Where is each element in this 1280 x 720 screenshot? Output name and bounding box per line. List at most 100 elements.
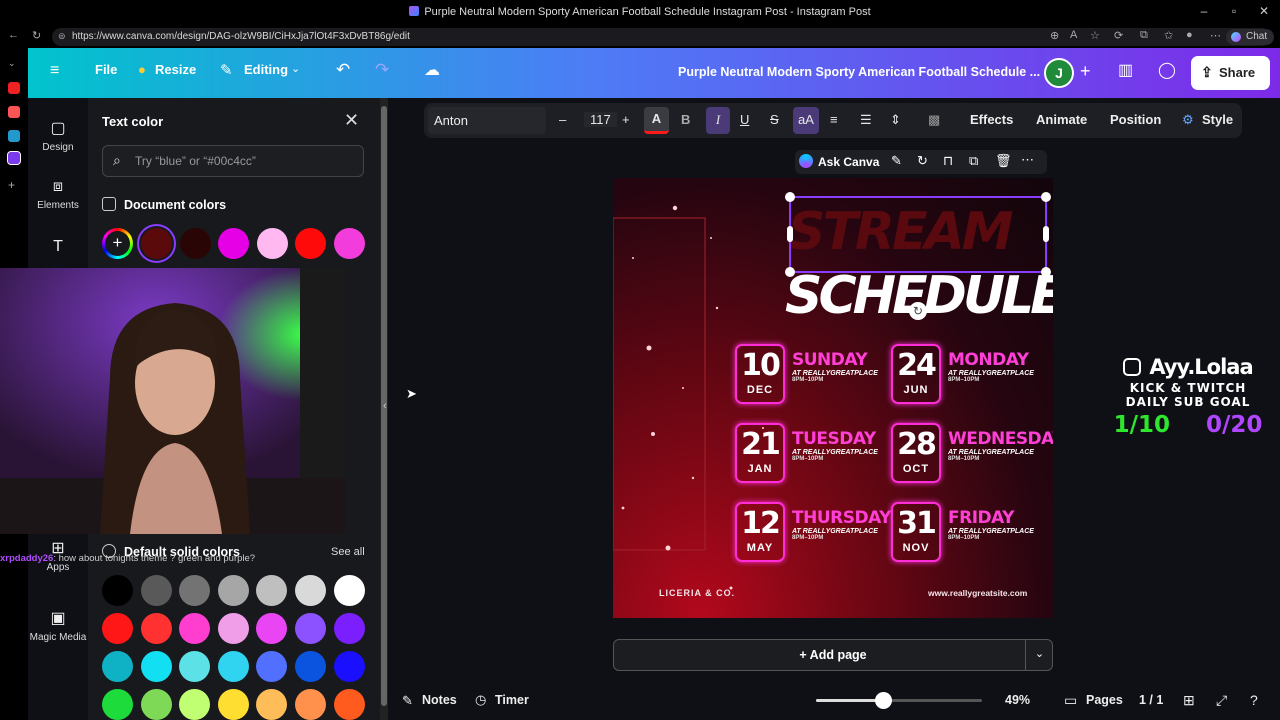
default-color-swatch[interactable]	[333, 613, 365, 644]
canva-tab-icon[interactable]	[7, 151, 21, 165]
help-icon[interactable]: ?	[1250, 692, 1258, 708]
youtube-tab-icon[interactable]	[8, 82, 20, 94]
reload-icon[interactable]: ↻	[32, 29, 41, 42]
minimize-icon[interactable]: –	[1190, 4, 1218, 18]
zoom-slider[interactable]	[816, 692, 982, 709]
default-color-swatch[interactable]	[217, 689, 249, 720]
decrease-font-size-button[interactable]: –	[559, 112, 566, 127]
list-icon[interactable]: ☰	[860, 112, 872, 128]
undo-icon[interactable]: ↶	[336, 60, 350, 80]
maximize-icon[interactable]: ▫	[1220, 4, 1248, 18]
website-text[interactable]: www.reallygreatsite.com	[928, 588, 1027, 598]
default-color-swatch[interactable]	[333, 689, 365, 720]
close-icon[interactable]: ✕	[344, 110, 359, 131]
app-tab-icon[interactable]	[8, 106, 20, 118]
align-icon[interactable]: ≡	[830, 112, 838, 127]
add-collaborator-icon[interactable]: +	[1080, 61, 1091, 82]
resize-handle[interactable]	[1041, 192, 1051, 202]
translate-icon[interactable]: A	[1070, 29, 1077, 41]
document-color-swatch[interactable]	[256, 228, 288, 259]
insights-icon[interactable]: ▥	[1118, 60, 1133, 80]
rotate-handle-icon[interactable]: ↻	[909, 302, 927, 320]
italic-icon[interactable]: I	[706, 107, 730, 134]
design-page[interactable]: STREAM SCHEDULE ↻ 10 DEC SUNDAY AT REALLYGR…	[613, 178, 1053, 618]
default-color-swatch[interactable]	[102, 613, 133, 644]
document-title[interactable]: Purple Neutral Modern Sporty American Fo…	[678, 65, 1040, 79]
zoom-icon[interactable]: ⊕	[1050, 29, 1059, 42]
more-icon[interactable]: ⋯	[1210, 29, 1221, 42]
site-info-icon[interactable]: ⊜	[58, 31, 66, 42]
resize-handle[interactable]	[785, 267, 795, 277]
profile-icon[interactable]: ●	[1186, 29, 1193, 41]
side-handle[interactable]	[1043, 226, 1049, 242]
text-color-icon[interactable]: A	[644, 107, 669, 134]
timer-button[interactable]: Timer	[495, 693, 529, 707]
document-color-swatch[interactable]	[334, 228, 365, 259]
default-color-swatch[interactable]	[140, 651, 172, 682]
back-icon[interactable]: ←	[8, 29, 19, 41]
font-family-dropdown[interactable]: Anton	[428, 107, 546, 134]
default-color-swatch[interactable]	[295, 651, 326, 682]
default-color-swatch[interactable]	[217, 651, 249, 682]
add-color-button[interactable]: +	[102, 228, 133, 259]
resize-handle[interactable]	[1041, 267, 1051, 277]
page-options-chevron-icon[interactable]: ⌄	[1025, 639, 1053, 671]
rail-elements[interactable]: ⧈ Elements	[28, 178, 88, 211]
transparency-icon[interactable]: ▩	[928, 112, 940, 128]
spacing-icon[interactable]: ⇕	[890, 112, 901, 128]
magic-edit-icon[interactable]: ✎	[891, 153, 902, 169]
new-tab-icon[interactable]: +	[8, 178, 15, 192]
default-color-swatch[interactable]	[217, 575, 249, 606]
side-handle[interactable]	[787, 226, 793, 242]
editing-mode-button[interactable]: Editing	[244, 62, 288, 77]
default-color-swatch[interactable]	[256, 613, 288, 644]
delete-icon[interactable]: 🗑	[995, 153, 1012, 169]
see-all-link[interactable]: See all	[331, 546, 365, 558]
position-button[interactable]: Position	[1110, 112, 1161, 127]
default-color-swatch[interactable]	[179, 613, 211, 644]
grid-view-icon[interactable]: ⊞	[1183, 692, 1195, 709]
refresh-icon[interactable]: ⟳	[1114, 29, 1123, 42]
rail-text[interactable]: T	[28, 238, 88, 260]
default-color-swatch[interactable]	[256, 575, 288, 606]
share-button[interactable]: ⇪ Share	[1191, 56, 1270, 90]
default-color-swatch[interactable]	[179, 575, 211, 606]
extensions-icon[interactable]: ⧉	[1140, 29, 1148, 42]
collapse-icon[interactable]: ⌄	[8, 58, 16, 69]
more-options-icon[interactable]: ⋯	[1021, 152, 1034, 168]
rotate-icon[interactable]: ↻	[917, 153, 928, 169]
default-color-swatch[interactable]	[295, 575, 326, 606]
default-color-swatch[interactable]	[295, 613, 326, 644]
default-color-swatch[interactable]	[140, 575, 172, 606]
star-icon[interactable]: ☆	[1090, 29, 1100, 42]
strikethrough-icon[interactable]: S	[770, 112, 779, 127]
font-size-input[interactable]: 117	[584, 112, 617, 127]
notes-button[interactable]: Notes	[422, 693, 457, 707]
zoom-percentage[interactable]: 49%	[1005, 693, 1030, 707]
default-color-swatch[interactable]	[102, 575, 133, 606]
default-color-swatch[interactable]	[140, 613, 172, 644]
edge-tab-icon[interactable]	[8, 130, 20, 142]
duplicate-icon[interactable]: ⧉	[969, 153, 978, 169]
default-color-swatch[interactable]	[295, 689, 326, 720]
default-color-swatch[interactable]	[256, 689, 288, 720]
zoom-slider-thumb[interactable]	[874, 692, 892, 709]
close-window-icon[interactable]: ✕	[1250, 4, 1278, 18]
favorites-icon[interactable]: ✩	[1164, 29, 1173, 42]
default-color-swatch[interactable]	[140, 689, 172, 720]
document-color-swatch[interactable]	[141, 228, 172, 259]
redo-icon[interactable]: ↷	[375, 60, 389, 80]
add-page-button[interactable]: + Add page	[613, 639, 1053, 671]
animate-button[interactable]: Animate	[1036, 112, 1087, 127]
menu-icon[interactable]: ≡	[50, 62, 59, 80]
chevron-down-icon[interactable]: ⌄	[291, 62, 300, 75]
rail-design[interactable]: ▢ Design	[28, 118, 88, 153]
comment-icon[interactable]: ◯	[1158, 60, 1176, 80]
resize-button[interactable]: Resize	[155, 62, 196, 77]
underline-icon[interactable]: U	[740, 112, 749, 127]
default-color-swatch[interactable]	[102, 689, 133, 720]
letter-case-icon[interactable]: aA	[793, 107, 819, 134]
document-color-swatch[interactable]	[179, 228, 211, 259]
rail-magic-media[interactable]: ▣ Magic Media	[28, 608, 88, 643]
increase-font-size-button[interactable]: +	[622, 112, 630, 127]
